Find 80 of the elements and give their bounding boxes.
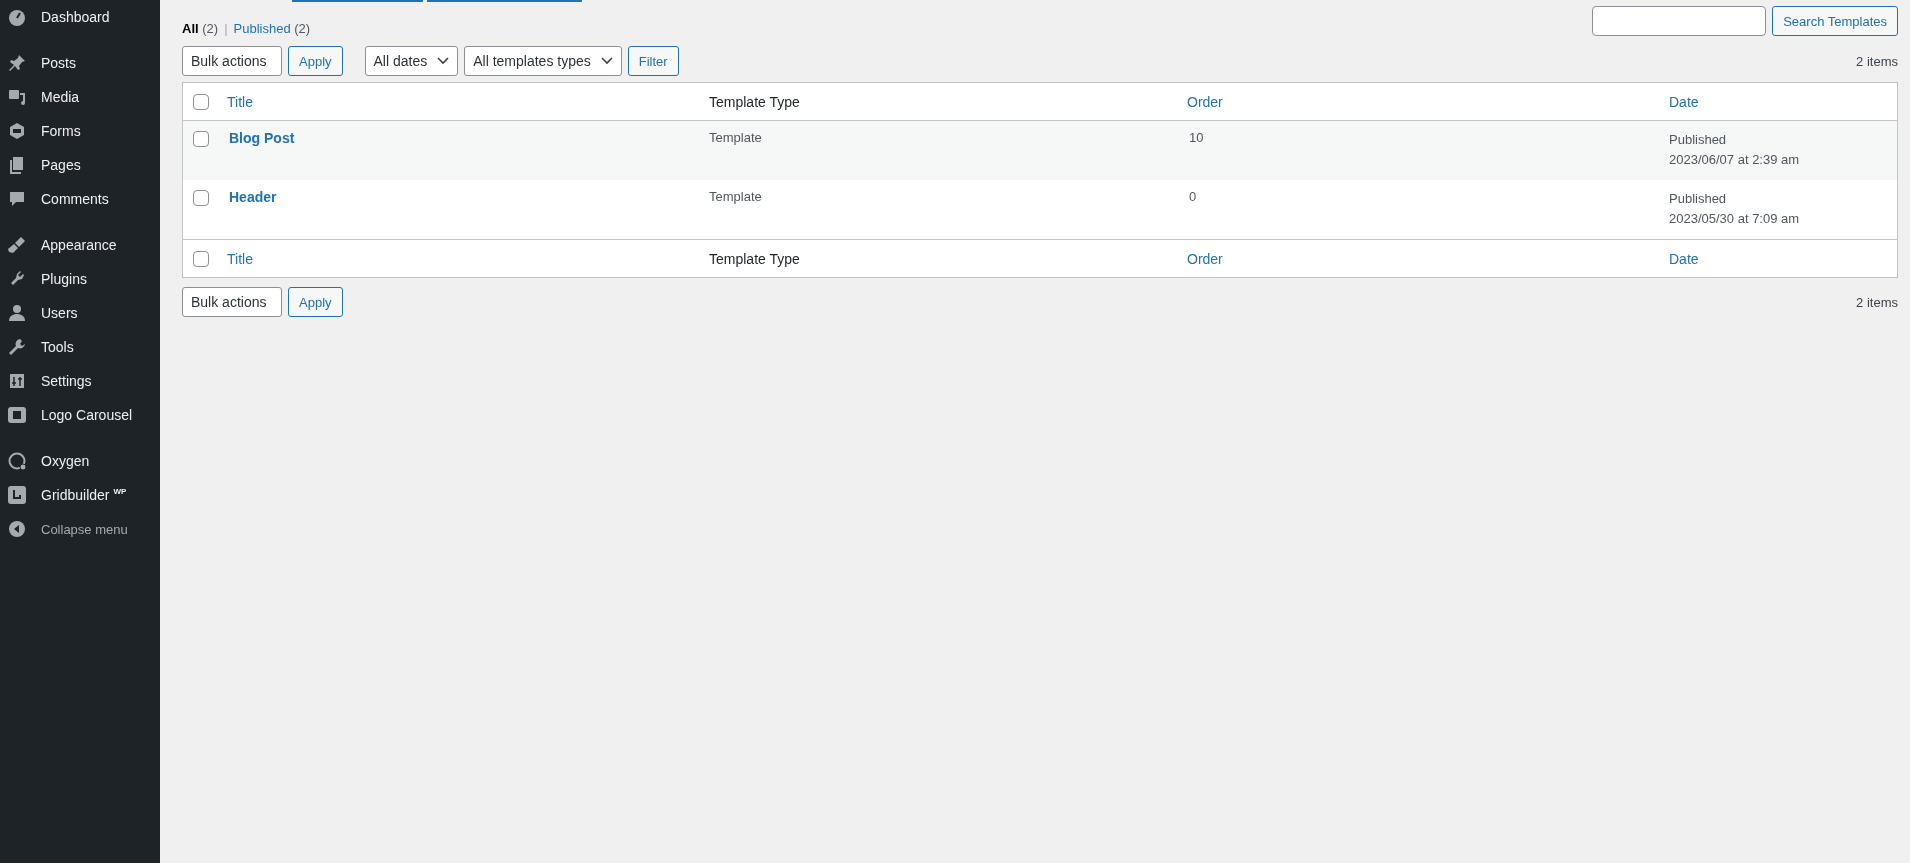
menu-icon xyxy=(7,121,27,141)
item-count: 2 items xyxy=(1856,294,1898,310)
sidebar-item[interactable]: Settings xyxy=(0,364,160,398)
filter-button[interactable]: Filter xyxy=(627,46,679,76)
apply-button[interactable]: Apply xyxy=(288,46,343,76)
sidebar-label: Comments xyxy=(41,191,109,207)
date-text: 2023/06/07 at 2:39 am xyxy=(1669,151,1801,169)
table-cell: Template xyxy=(709,130,762,145)
template-title-link[interactable]: Blog Post xyxy=(227,130,295,146)
sidebar-item[interactable]: Forms xyxy=(0,114,160,148)
menu-icon xyxy=(7,7,27,27)
sidebar-item[interactable]: Users xyxy=(0,296,160,330)
caret-icon xyxy=(600,57,613,65)
column-header[interactable]: Order xyxy=(1187,250,1223,267)
date-text: 2023/05/30 at 7:09 am xyxy=(1669,210,1801,228)
menu-icon xyxy=(7,189,27,209)
sidebar-label: Pages xyxy=(41,157,81,173)
collapse-menu-button[interactable]: Collapse menu xyxy=(0,512,160,546)
menu-icon xyxy=(7,303,27,323)
sidebar-label: Posts xyxy=(41,55,76,71)
item-count: 2 items xyxy=(1856,53,1898,69)
checkbox[interactable] xyxy=(193,251,209,268)
menu-icon xyxy=(7,485,27,505)
column-header: Template Type xyxy=(709,250,800,267)
sidebar-label: Appearance xyxy=(41,237,117,253)
status-text: Published xyxy=(1669,190,1728,208)
bulk-actions-dropdown[interactable]: Bulk actions xyxy=(182,46,282,76)
checkbox[interactable] xyxy=(193,189,209,206)
menu-icon xyxy=(7,53,27,73)
sidebar-item[interactable]: Media xyxy=(0,80,160,114)
column-header: Template Type xyxy=(709,93,800,110)
menu-icon xyxy=(7,451,27,471)
menu-icon xyxy=(7,371,27,391)
template-title-link[interactable]: Header xyxy=(227,189,277,205)
sidebar-label: Oxygen xyxy=(41,453,90,469)
table-cell-text: 10 xyxy=(1188,130,1204,145)
sidebar-item[interactable]: Oxygen xyxy=(0,444,160,478)
sidebar-item[interactable]: Tools xyxy=(0,330,160,364)
table-cell: Template xyxy=(709,189,762,204)
search-button[interactable]: Search Templates xyxy=(1772,6,1898,36)
bulk-actions-dropdown[interactable]: Bulk actions xyxy=(182,287,282,317)
sidebar-item[interactable]: Logo Carousel xyxy=(0,398,160,432)
menu-icon xyxy=(7,337,27,357)
column-header[interactable]: Title xyxy=(227,93,253,110)
column-header[interactable]: Order xyxy=(1187,93,1223,110)
column-header[interactable]: Date xyxy=(1669,250,1699,267)
menu-icon xyxy=(7,87,27,107)
sidebar-item[interactable]: Appearance xyxy=(0,228,160,262)
search-field[interactable] xyxy=(1592,6,1767,36)
status-text: Published xyxy=(1669,131,1728,149)
caret-icon xyxy=(437,57,450,65)
sidebar-label: Logo Carousel xyxy=(41,407,133,423)
collapse-icon xyxy=(7,519,27,539)
sidebar-label: Media xyxy=(41,89,80,105)
filter-link[interactable]: All (2) xyxy=(182,21,219,36)
date-dropdown[interactable]: All dates xyxy=(364,46,459,76)
separator: | xyxy=(224,21,228,36)
sidebar-label: Dashboard xyxy=(41,9,110,25)
sidebar-label: Tools xyxy=(41,339,74,355)
checkbox[interactable] xyxy=(193,130,209,147)
sidebar-label: Settings xyxy=(41,373,92,389)
column-header[interactable]: Title xyxy=(227,250,253,267)
sidebar-item[interactable]: Gridbuilder $^{WP}$ xyxy=(0,478,160,512)
table-cell-text: 0 xyxy=(1188,189,1197,204)
column-header[interactable]: Date xyxy=(1669,93,1699,110)
checkbox[interactable] xyxy=(193,94,209,111)
sidebar-label: Forms xyxy=(41,123,81,139)
sidebar-item[interactable]: Dashboard xyxy=(0,0,160,34)
sidebar-label: Plugins xyxy=(41,271,87,287)
sidebar-item[interactable]: Pages xyxy=(0,148,160,182)
sidebar-label: Gridbuilder $^{WP}$ xyxy=(41,487,127,503)
sidebar-item[interactable]: Posts xyxy=(0,46,160,80)
sidebar-label: Users xyxy=(41,305,78,321)
apply-button[interactable]: Apply xyxy=(288,287,343,317)
menu-icon xyxy=(7,405,27,425)
filter-link[interactable]: Published (2) xyxy=(233,21,311,36)
type-dropdown[interactable]: All templates types xyxy=(464,46,622,76)
menu-icon xyxy=(7,235,27,255)
sidebar-item[interactable]: Comments xyxy=(0,182,160,216)
sidebar-item[interactable]: Plugins xyxy=(0,262,160,296)
